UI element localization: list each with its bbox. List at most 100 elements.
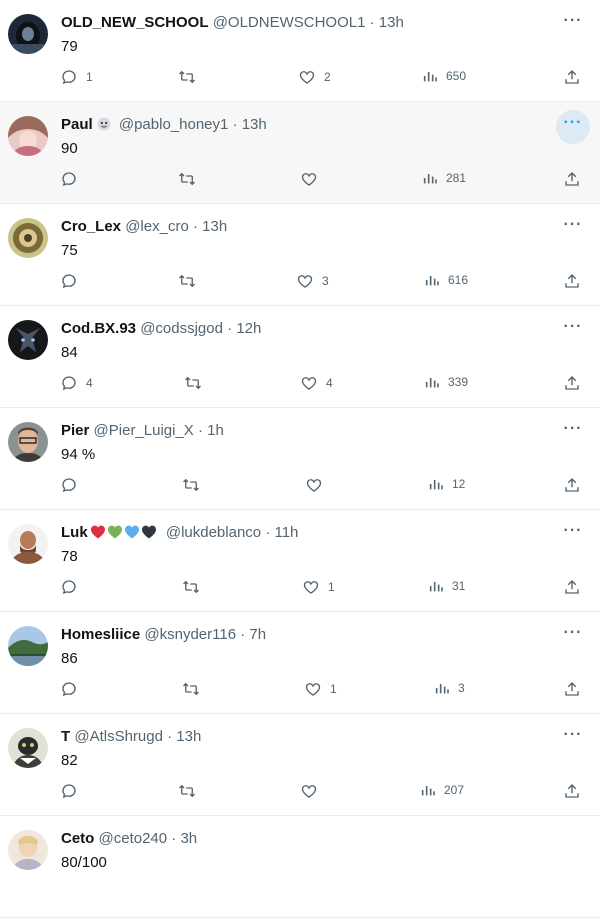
like-button[interactable] xyxy=(300,170,326,188)
avatar[interactable] xyxy=(8,320,48,360)
display-name[interactable]: Cro_Lex xyxy=(61,218,121,235)
share-button[interactable] xyxy=(563,782,581,800)
tweet[interactable]: Homesliice @ksnyder116 · 7h 86 ··· 1 3 xyxy=(0,612,600,714)
avatar[interactable] xyxy=(8,728,48,768)
share-button[interactable] xyxy=(563,680,581,698)
reply-button[interactable] xyxy=(60,170,86,188)
tweet[interactable]: OLD_NEW_SCHOOL @OLDNEWSCHOOL1 · 13h 79 ·… xyxy=(0,0,600,102)
avatar[interactable] xyxy=(8,524,48,564)
tweet[interactable]: Cro_Lex @lex_cro · 13h 75 ··· 3 616 xyxy=(0,204,600,306)
share-button[interactable] xyxy=(563,272,581,290)
retweet-button[interactable] xyxy=(181,476,209,494)
tweet[interactable]: Ceto @ceto240 · 3h 80/100 xyxy=(0,816,600,918)
timestamp[interactable]: 13h xyxy=(202,218,227,235)
more-options-button[interactable]: ··· xyxy=(556,722,590,756)
retweet-button[interactable] xyxy=(181,578,209,596)
avatar[interactable] xyxy=(8,14,48,54)
like-button[interactable]: 2 xyxy=(298,68,331,86)
tweet[interactable]: Luk @lukdeblanco · 11h 78 ··· 1 31 xyxy=(0,510,600,612)
more-options-button[interactable]: ··· xyxy=(556,620,590,654)
avatar[interactable] xyxy=(8,218,48,258)
timestamp[interactable]: 13h xyxy=(242,116,267,133)
like-button[interactable]: 1 xyxy=(304,680,337,698)
share-button[interactable] xyxy=(563,476,581,494)
share-button[interactable] xyxy=(563,374,581,392)
like-button[interactable] xyxy=(305,476,331,494)
like-button[interactable] xyxy=(300,782,326,800)
user-handle[interactable]: @lex_cro xyxy=(125,218,189,235)
avatar[interactable] xyxy=(8,626,48,666)
views-button[interactable]: 339 xyxy=(424,374,468,390)
views-button[interactable]: 207 xyxy=(420,782,464,798)
tweet-text: 86 xyxy=(61,650,78,667)
user-handle[interactable]: @codssjgod xyxy=(140,320,223,337)
tweet[interactable]: Cod.BX.93 @codssjgod · 12h 84 ··· 4 4 33… xyxy=(0,306,600,408)
display-name[interactable]: T xyxy=(61,728,70,745)
reply-button[interactable]: 4 xyxy=(60,374,93,392)
retweet-button[interactable] xyxy=(177,782,205,800)
retweet-button[interactable] xyxy=(183,374,211,392)
reply-button[interactable] xyxy=(60,680,86,698)
user-handle[interactable]: @ksnyder116 xyxy=(144,626,236,643)
user-handle[interactable]: @lukdeblanco xyxy=(166,524,261,541)
user-handle[interactable]: @ceto240 xyxy=(99,830,168,847)
tweet-text: 90 xyxy=(61,140,78,157)
more-options-button[interactable]: ··· xyxy=(556,416,590,450)
retweet-button[interactable] xyxy=(177,272,205,290)
display-name[interactable]: Luk xyxy=(61,524,88,541)
timestamp[interactable]: 13h xyxy=(379,14,404,31)
display-name[interactable]: Cod.BX.93 xyxy=(61,320,136,337)
retweet-button[interactable] xyxy=(181,680,209,698)
timestamp[interactable]: 11h xyxy=(274,524,298,541)
timestamp[interactable]: 7h xyxy=(249,626,266,643)
reply-button[interactable]: 1 xyxy=(60,68,93,86)
separator-dot: · xyxy=(232,116,238,133)
like-button[interactable]: 3 xyxy=(296,272,329,290)
timestamp[interactable]: 13h xyxy=(176,728,201,745)
timestamp[interactable]: 3h xyxy=(180,830,197,847)
display-name[interactable]: Homesliice xyxy=(61,626,140,643)
user-handle[interactable]: @AtlsShrugd xyxy=(74,728,163,745)
display-name[interactable]: OLD_NEW_SCHOOL xyxy=(61,14,209,31)
timestamp[interactable]: 1h xyxy=(207,422,224,439)
reply-button[interactable] xyxy=(60,476,86,494)
view-count: 616 xyxy=(448,273,469,287)
tweet[interactable]: Paul @pablo_honey1 · 13h 90 ··· 281 xyxy=(0,102,600,204)
reply-button[interactable] xyxy=(60,782,86,800)
more-options-button[interactable]: ··· xyxy=(556,110,590,144)
views-button[interactable]: 281 xyxy=(422,170,466,186)
views-button[interactable]: 650 xyxy=(422,68,466,84)
avatar[interactable] xyxy=(8,422,48,462)
more-options-button[interactable]: ··· xyxy=(556,314,590,348)
display-name[interactable]: Paul xyxy=(61,116,93,133)
avatar[interactable] xyxy=(8,116,48,156)
more-options-button[interactable]: ··· xyxy=(556,8,590,42)
reply-count: 4 xyxy=(86,376,93,390)
share-button[interactable] xyxy=(563,170,581,188)
display-name[interactable]: Ceto xyxy=(61,830,94,847)
views-button[interactable]: 12 xyxy=(428,476,465,492)
retweet-button[interactable] xyxy=(177,68,205,86)
share-button[interactable] xyxy=(563,578,581,596)
timestamp[interactable]: 12h xyxy=(236,320,261,337)
more-options-button[interactable]: ··· xyxy=(556,212,590,246)
display-name[interactable]: Pier xyxy=(61,422,89,439)
tweet[interactable]: T @AtlsShrugd · 13h 82 ··· 207 xyxy=(0,714,600,816)
user-handle[interactable]: @Pier_Luigi_X xyxy=(94,422,194,439)
like-button[interactable]: 4 xyxy=(300,374,333,392)
avatar[interactable] xyxy=(8,830,48,870)
views-button[interactable]: 31 xyxy=(428,578,465,594)
like-count: 2 xyxy=(324,70,331,84)
views-button[interactable]: 3 xyxy=(434,680,465,696)
like-button[interactable]: 1 xyxy=(302,578,335,596)
views-button[interactable]: 616 xyxy=(424,272,468,288)
share-button[interactable] xyxy=(563,68,581,86)
tweet[interactable]: Pier @Pier_Luigi_X · 1h 94 % ··· 12 xyxy=(0,408,600,510)
retweet-button[interactable] xyxy=(177,170,205,188)
reply-button[interactable] xyxy=(60,272,86,290)
retweet-icon xyxy=(179,274,195,288)
reply-button[interactable] xyxy=(60,578,86,596)
user-handle[interactable]: @pablo_honey1 xyxy=(119,116,228,133)
user-handle[interactable]: @OLDNEWSCHOOL1 xyxy=(213,14,366,31)
more-options-button[interactable]: ··· xyxy=(556,518,590,552)
